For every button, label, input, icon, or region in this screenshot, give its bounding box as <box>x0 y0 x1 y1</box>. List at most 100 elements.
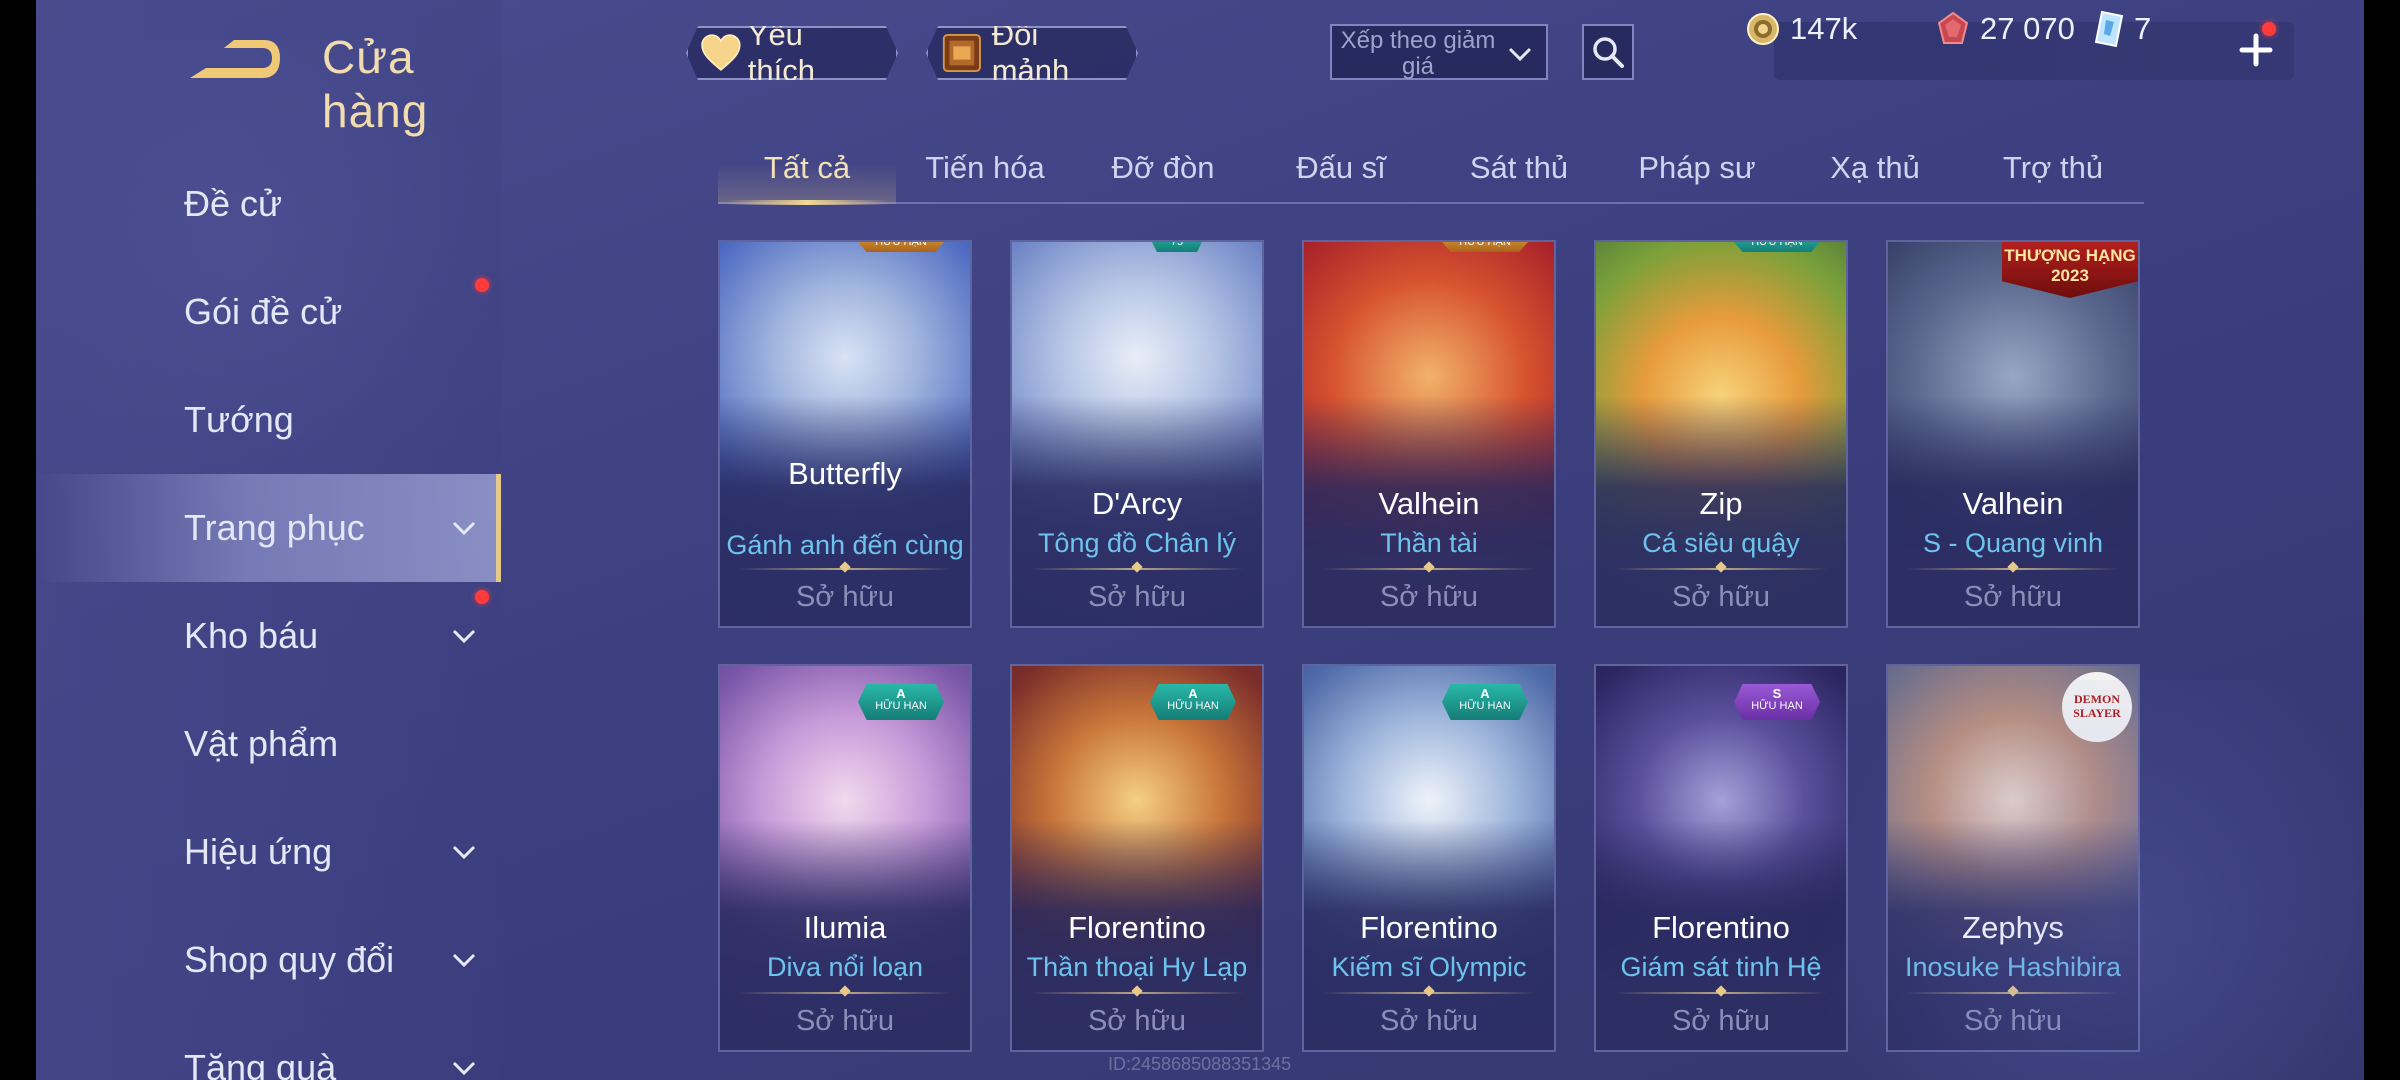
quan-huy-currency: 7 <box>2094 0 2151 58</box>
card-divider <box>1030 568 1244 570</box>
tab-phap-su[interactable]: Pháp sư <box>1608 140 1786 202</box>
sidebar-item-tang-qua[interactable]: Tặng quà <box>36 1014 501 1080</box>
sidebar-item-tuong[interactable]: Tướng <box>36 366 501 474</box>
sidebar-item-label: Tặng quà <box>184 1047 337 1080</box>
skin-card[interactable]: A HỮU HẠN Florentino Thần thoại Hy Lạp S… <box>1010 664 1264 1052</box>
limited-badge: HỮU HẠN <box>1734 242 1820 252</box>
owned-status: Sở hữu <box>1963 581 2063 613</box>
skin-name: Thần thoại Hy Lạp <box>1026 952 1248 982</box>
sidebar-item-hieu-ung[interactable]: Hiệu ứng <box>36 798 501 906</box>
sort-dropdown[interactable]: Xếp theo giảm giá <box>1330 24 1548 80</box>
skin-card[interactable]: A HỮU HẠN Ilumia Diva nổi loạn Sở hữu <box>718 664 972 1052</box>
favorite-button[interactable]: Yêu thích <box>686 26 898 80</box>
skin-card[interactable]: THƯỢNG HẠNG 2023 Valhein S - Quang vinh … <box>1886 240 2140 628</box>
skin-card[interactable]: HỮU HẠN Zip Cá siêu quậy Sở hữu <box>1594 240 1848 628</box>
tab-tat-ca[interactable]: Tất cả <box>718 140 896 205</box>
back-arrow-icon <box>190 40 280 78</box>
rank-letter: A <box>1480 686 1490 701</box>
skin-card[interactable]: HỮU HẠN Valhein Thần tài Sở hữu <box>1302 240 1556 628</box>
hero-name: Butterfly <box>788 456 902 491</box>
limited-badge: HỮU HẠN <box>1442 242 1528 252</box>
top-up-button[interactable] <box>2236 30 2276 70</box>
rank-badge: A HỮU HẠN <box>1442 684 1528 720</box>
skin-card[interactable]: S HỮU HẠN Florentino Giám sát tinh Hệ Sở… <box>1594 664 1848 1052</box>
demon-slayer-logo: DEMON SLAYER <box>2062 672 2132 742</box>
skin-card[interactable]: DEMON SLAYER Zephys Inosuke Hashibira Sở… <box>1886 664 2140 1052</box>
gold-currency: 147k <box>1746 0 1857 58</box>
hero-name: D'Arcy <box>1091 486 1183 521</box>
rank-badge: S HỮU HẠN <box>1734 684 1820 720</box>
page-title: Cửa hàng <box>322 31 429 137</box>
skin-name: S - Quang vinh <box>1922 528 2104 558</box>
skin-card[interactable]: A HỮU HẠN Florentino Kiếm sĩ Olympic Sở … <box>1302 664 1556 1052</box>
skin-name: Giám sát tinh Hệ <box>1620 952 1822 982</box>
sidebar-item-label: Hiệu ứng <box>184 831 333 872</box>
favorite-label: Yêu thích <box>747 17 815 88</box>
card-divider <box>1906 568 2120 570</box>
sidebar-item-label: Đề cử <box>184 183 283 224</box>
card-divider <box>738 992 952 994</box>
id-watermark: ID:2458685088351345 <box>1108 1054 1292 1074</box>
skin-card[interactable]: HỮU HẠN Butterfly Gánh anh đến cùng Sở h… <box>718 240 972 628</box>
owned-status: Sở hữu <box>1379 581 1479 613</box>
limited-label: HỮU HẠN <box>875 700 927 712</box>
tab-tien-hoa[interactable]: Tiến hóa <box>896 140 1074 202</box>
rank-badge: A HỮU HẠN <box>1150 684 1236 720</box>
card-divider <box>1614 568 1828 570</box>
sidebar-nav: Đề cử Gói đề cử Tướng Trang phục Kho báu… <box>36 150 501 1080</box>
skin-name: Inosuke Hashibira <box>1904 952 2122 982</box>
quan-huy-amount: 7 <box>2134 11 2152 46</box>
owned-status: Sở hữu <box>1671 581 1771 613</box>
tab-do-don[interactable]: Đỡ đòn <box>1074 140 1252 202</box>
skin-art-image <box>1888 666 2138 1050</box>
skin-card[interactable]: 75 D'Arcy Tông đồ Chân lý Sở hữu <box>1010 240 1264 628</box>
gold-coin-icon <box>1747 13 1779 45</box>
hero-name: Valhein <box>1962 486 2064 521</box>
tab-dau-si[interactable]: Đấu sĩ <box>1252 140 1430 202</box>
sidebar-item-label: Gói đề cử <box>184 291 343 332</box>
sidebar-item-label: Vật phẩm <box>184 723 339 764</box>
chevron-down-icon <box>452 521 476 536</box>
owned-status: Sở hữu <box>795 1005 895 1037</box>
tab-xa-thu[interactable]: Xạ thủ <box>1786 140 1964 202</box>
sidebar-item-kho-bau[interactable]: Kho báu <box>36 582 501 690</box>
red-gem-icon <box>1937 11 1969 44</box>
skin-name: Tông đồ Chân lý <box>1037 528 1237 558</box>
hero-name: Zephys <box>1962 910 2064 945</box>
sidebar-item-trang-phuc[interactable]: Trang phục <box>36 474 501 582</box>
hero-name: Zip <box>1699 486 1743 521</box>
owned-status: Sở hữu <box>795 581 895 613</box>
tab-tro-thu[interactable]: Trợ thủ <box>1964 140 2142 202</box>
hero-name: Florentino <box>1068 910 1206 945</box>
sidebar-item-shop-quy-doi[interactable]: Shop quy đổi <box>36 906 501 1014</box>
sidebar-item-vat-pham[interactable]: Vật phẩm <box>36 690 501 798</box>
owned-status: Sở hữu <box>1087 581 1187 613</box>
hero-name: Valhein <box>1378 486 1480 521</box>
limited-label: HỮU HẠN <box>1459 700 1511 712</box>
ribbon-year: 2023 <box>2051 266 2089 285</box>
skin-name: Kiếm sĩ Olympic <box>1331 952 1527 982</box>
exchange-fragments-button[interactable]: Đổi mảnh <box>926 26 1138 80</box>
search-icon <box>1593 37 1624 68</box>
back-button[interactable] <box>184 34 284 86</box>
card-divider <box>1614 992 1828 994</box>
card-divider <box>1322 992 1536 994</box>
owned-status: Sở hữu <box>1963 1005 2063 1037</box>
chevron-down-icon <box>452 953 476 968</box>
exchange-label: Đổi mảnh <box>991 17 1070 88</box>
voucher-currency: 27 070 <box>1936 0 2075 58</box>
sort-label: Xếp theo giảm giá <box>1340 27 1496 80</box>
sidebar-item-label: Kho báu <box>184 615 319 656</box>
sidebar-item-de-cu[interactable]: Đề cử <box>36 150 501 258</box>
logo-line: SLAYER <box>2073 706 2121 720</box>
sidebar-item-label: Tướng <box>184 399 294 440</box>
notification-dot <box>475 278 489 292</box>
owned-status: Sở hữu <box>1379 1005 1479 1037</box>
limited-label: HỮU HẠN <box>1751 700 1803 712</box>
voucher-amount: 27 070 <box>1980 11 2075 46</box>
sidebar-item-goi-de-cu[interactable]: Gói đề cử <box>36 258 501 366</box>
tab-sat-thu[interactable]: Sát thủ <box>1430 140 1608 202</box>
chevron-down-icon <box>452 629 476 644</box>
skin-grid: HỮU HẠN Butterfly Gánh anh đến cùng Sở h… <box>718 240 2144 1080</box>
search-button[interactable] <box>1582 24 1634 80</box>
